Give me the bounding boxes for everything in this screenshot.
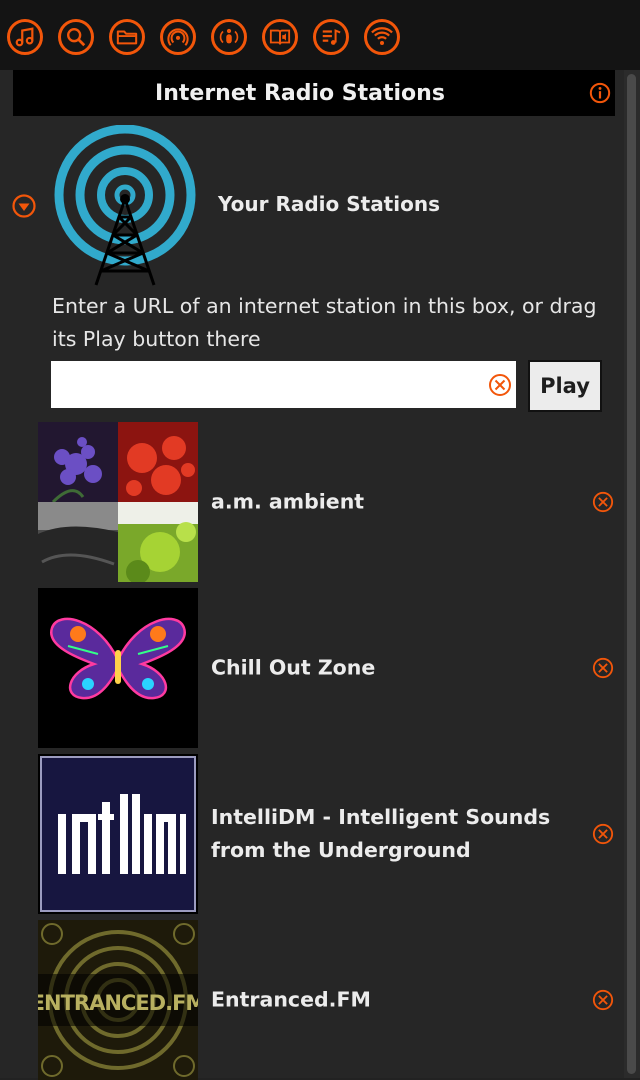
station-url-input[interactable] (51, 361, 481, 408)
radio-tower-icon (54, 125, 196, 286)
folder-icon[interactable] (109, 19, 145, 55)
collapse-chevron-icon[interactable] (12, 194, 36, 218)
station-artwork[interactable] (38, 754, 198, 914)
music-note-icon[interactable] (7, 19, 43, 55)
microphone-icon[interactable] (211, 19, 247, 55)
remove-station-icon[interactable] (592, 657, 614, 679)
svg-text:ENTRANCED.FM: ENTRANCED.FM (38, 991, 198, 1015)
top-toolbar (0, 0, 640, 70)
remove-station-icon[interactable] (592, 989, 614, 1011)
clear-url-icon[interactable] (488, 373, 512, 397)
section-title: Your Radio Stations (218, 192, 440, 216)
station-name[interactable]: IntelliDM - Intelligent Sounds from the … (211, 801, 591, 867)
audiobook-icon[interactable] (262, 19, 298, 55)
station-artwork[interactable]: ENTRANCED.FM (38, 920, 198, 1080)
station-item[interactable]: ENTRANCED.FM Entranced.FM (38, 920, 618, 1080)
playlist-icon[interactable] (313, 19, 349, 55)
panel-title: Internet Radio Stations (155, 80, 445, 106)
remove-station-icon[interactable] (592, 491, 614, 513)
podcast-icon[interactable] (160, 19, 196, 55)
station-name[interactable]: Chill Out Zone (211, 652, 591, 685)
play-button[interactable]: Play (528, 360, 602, 412)
station-item[interactable]: a.m. ambient (38, 422, 618, 582)
remove-station-icon[interactable] (592, 823, 614, 845)
station-artwork[interactable] (38, 588, 198, 748)
scrollbar-thumb[interactable] (627, 74, 636, 1074)
instructions-text: Enter a URL of an internet station in th… (52, 294, 597, 351)
panel-header: Internet Radio Stations (13, 70, 615, 116)
station-name[interactable]: Entranced.FM (211, 984, 591, 1017)
radio-icon[interactable] (364, 19, 400, 55)
station-name[interactable]: a.m. ambient (211, 486, 591, 519)
station-artwork[interactable] (38, 422, 198, 582)
station-item[interactable]: Chill Out Zone (38, 588, 618, 748)
search-icon[interactable] (58, 19, 94, 55)
info-icon[interactable] (589, 82, 611, 104)
station-item[interactable]: IntelliDM - Intelligent Sounds from the … (38, 754, 618, 914)
